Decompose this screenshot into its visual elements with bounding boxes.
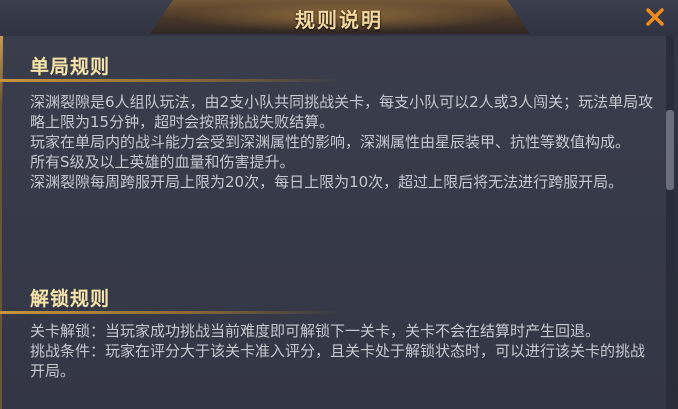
scrollbar-track[interactable] [666,36,674,409]
section-body-unlock: 关卡解锁：当玩家成功挑战当前难度即可解锁下一关卡，关卡不会在结算时产生回退。 挑… [30,321,656,381]
rule-paragraph: 关卡解锁：当玩家成功挑战当前难度即可解锁下一关卡，关卡不会在结算时产生回退。 [30,322,601,340]
close-button[interactable] [642,4,668,30]
rule-paragraph: 挑战条件：玩家在评分大于该关卡准入评分，且关卡处于解锁状态时，可以进行该关卡的挑… [30,342,646,380]
rule-paragraph: 深渊裂隙是6人组队玩法，由2支小队共同挑战关卡，每支小队可以2人或3人闯关；玩法… [30,93,654,131]
left-accent [0,36,3,106]
scrollbar-thumb[interactable] [666,110,674,190]
dialog-title: 规则说明 [295,8,383,32]
rules-dialog: 规则说明 单局规则 深渊裂隙是6人组队玩法，由2支小队共同挑战关卡，每支小队可以… [0,0,678,409]
title-bar: 规则说明 [0,0,678,36]
rule-paragraph: 玩家在单局内的战斗能力会受到深渊属性的影响，深渊属性由星辰装甲、抗性等数值构成。 [30,133,631,151]
close-icon [646,8,664,26]
rule-paragraph: 所有S级及以上英雄的血量和伤害提升。 [30,153,295,171]
section-body-single-round: 深渊裂隙是6人组队玩法，由2支小队共同挑战关卡，每支小队可以2人或3人闯关；玩法… [30,92,656,192]
section-title-single-round: 单局规则 [30,56,111,78]
rule-paragraph: 深渊裂隙每周跨服开局上限为20次，每日上限为10次，超过上限后将无法进行跨服开局… [30,173,624,191]
section-title-unlock: 解锁规则 [30,288,111,310]
section-underline [0,311,340,314]
section-underline [0,79,340,82]
